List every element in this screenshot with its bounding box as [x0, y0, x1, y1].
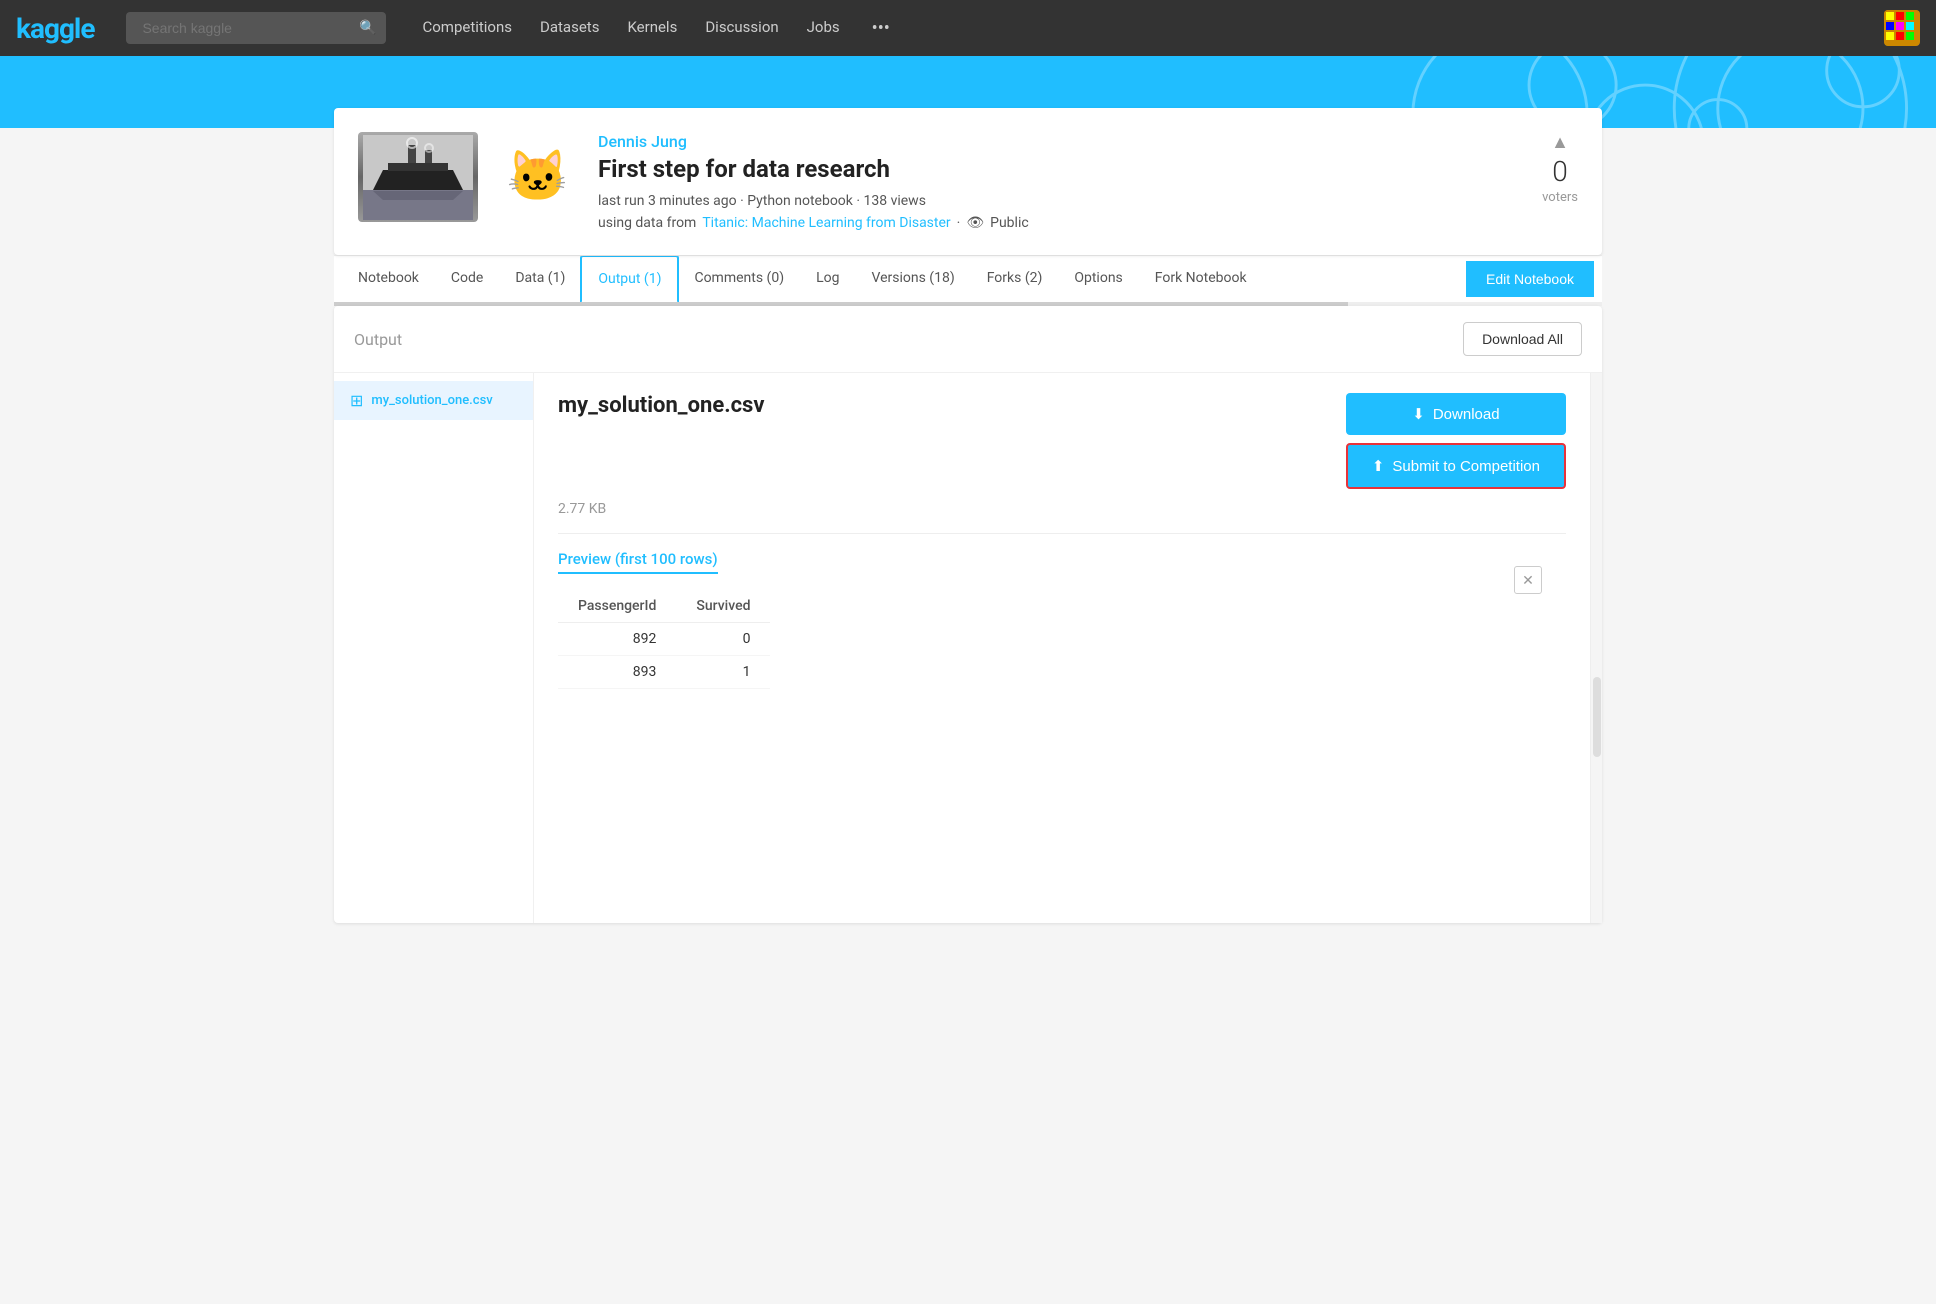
download-all-button[interactable]: Download All [1463, 322, 1582, 356]
tab-forks[interactable]: Forks (2) [971, 256, 1059, 302]
close-icon: ✕ [1522, 572, 1534, 589]
kernel-title: First step for data research [598, 155, 1522, 183]
preview-section: Preview (first 100 rows) ✕ PassengerId S… [558, 550, 1566, 689]
tabs-container: Notebook Code Data (1) Output (1) Commen… [334, 255, 1602, 302]
table-row: 892 0 [558, 623, 770, 656]
table-cell-survived: 0 [676, 623, 770, 656]
navbar: kaggle 🔍 Competitions Datasets Kernels D… [0, 0, 1936, 56]
more-menu-button[interactable]: ••• [872, 18, 890, 39]
file-detail-header: my_solution_one.csv ⬇ Download ⬆ Submit … [558, 393, 1566, 489]
file-detail-name: my_solution_one.csv [558, 393, 765, 418]
kernel-author-link[interactable]: Dennis Jung [598, 132, 687, 151]
file-size: 2.77 KB [558, 501, 1566, 517]
navbar-links: Competitions Datasets Kernels Discussion… [422, 18, 889, 39]
avatar-image [1884, 10, 1920, 46]
kernel-visibility: using data from Titanic: Machine Learnin… [598, 215, 1522, 231]
voters-count: 0 [1552, 155, 1568, 188]
submit-to-competition-button[interactable]: ⬆ Submit to Competition [1346, 443, 1566, 489]
kaggle-logo[interactable]: kaggle [16, 12, 94, 45]
table-cell-survived: 1 [676, 656, 770, 689]
tab-code[interactable]: Code [435, 256, 499, 302]
table-row: 893 1 [558, 656, 770, 689]
tab-options[interactable]: Options [1058, 256, 1138, 302]
nav-competitions[interactable]: Competitions [422, 18, 512, 39]
preview-title[interactable]: Preview (first 100 rows) [558, 550, 718, 574]
upvote-button[interactable]: ▲ [1551, 132, 1569, 153]
table-header-row: PassengerId Survived [558, 590, 770, 623]
kernel-info: Dennis Jung First step for data research… [598, 132, 1522, 231]
tab-output[interactable]: Output (1) [581, 256, 678, 302]
output-panel: Output Download All ⊞ my_solution_one.cs… [334, 306, 1602, 923]
search-input[interactable] [126, 12, 386, 44]
titanic-image [358, 132, 478, 222]
output-section-title: Output [354, 330, 402, 349]
preview-table: PassengerId Survived 892 0 893 1 [558, 590, 770, 689]
voters-box: ▲ 0 voters [1542, 132, 1578, 205]
file-list-name: my_solution_one.csv [371, 393, 492, 408]
output-header: Output Download All [334, 306, 1602, 373]
preview-table-header: PassengerId Survived [558, 590, 770, 623]
download-button[interactable]: ⬇ Download [1346, 393, 1566, 435]
kernel-thumbnail [358, 132, 478, 222]
voters-label: voters [1542, 190, 1578, 205]
right-scrollbar[interactable] [1590, 373, 1602, 923]
nav-kernels[interactable]: Kernels [627, 18, 677, 39]
close-preview-button[interactable]: ✕ [1514, 566, 1542, 594]
file-detail: my_solution_one.csv ⬇ Download ⬆ Submit … [534, 373, 1590, 923]
tab-versions[interactable]: Versions (18) [855, 256, 970, 302]
file-list-item[interactable]: ⊞ my_solution_one.csv [334, 381, 533, 420]
tab-comments[interactable]: Comments (0) [678, 256, 800, 302]
avatar-emoji: 🐱 [507, 152, 569, 202]
tab-fork-notebook[interactable]: Fork Notebook [1139, 256, 1263, 302]
file-detail-actions: ⬇ Download ⬆ Submit to Competition [1346, 393, 1566, 489]
table-cell-id: 892 [558, 623, 676, 656]
download-icon: ⬇ [1412, 405, 1425, 423]
nav-discussion[interactable]: Discussion [705, 18, 778, 39]
titanic-svg [363, 135, 473, 220]
col-header-passengerid: PassengerId [558, 590, 676, 623]
eye-icon: 👁 [966, 215, 984, 231]
user-avatar[interactable] [1884, 10, 1920, 46]
upload-icon: ⬆ [1372, 457, 1385, 475]
edit-notebook-button[interactable]: Edit Notebook [1466, 261, 1594, 297]
file-divider [558, 533, 1566, 534]
file-list: ⊞ my_solution_one.csv [334, 373, 534, 923]
search-wrapper: 🔍 [126, 12, 386, 44]
kernel-meta: last run 3 minutes ago · Python notebook… [598, 193, 1522, 209]
nav-datasets[interactable]: Datasets [540, 18, 599, 39]
kernel-header-card: 🐱 Dennis Jung First step for data resear… [334, 108, 1602, 255]
kernel-user-avatar: 🐱 [498, 132, 578, 222]
nav-jobs[interactable]: Jobs [807, 18, 840, 39]
search-icon: 🔍 [359, 20, 376, 36]
main-content-wrapper: 🐱 Dennis Jung First step for data resear… [318, 108, 1618, 923]
scrollbar-thumb [1593, 677, 1601, 757]
table-cell-id: 893 [558, 656, 676, 689]
tab-log[interactable]: Log [800, 256, 855, 302]
table-icon: ⊞ [350, 391, 363, 410]
tab-data[interactable]: Data (1) [499, 256, 581, 302]
kernel-dataset-link[interactable]: Titanic: Machine Learning from Disaster [702, 215, 950, 231]
output-body: ⊞ my_solution_one.csv my_solution_one.cs… [334, 373, 1602, 923]
preview-table-body: 892 0 893 1 [558, 623, 770, 689]
tab-notebook[interactable]: Notebook [342, 256, 435, 302]
col-header-survived: Survived [676, 590, 770, 623]
